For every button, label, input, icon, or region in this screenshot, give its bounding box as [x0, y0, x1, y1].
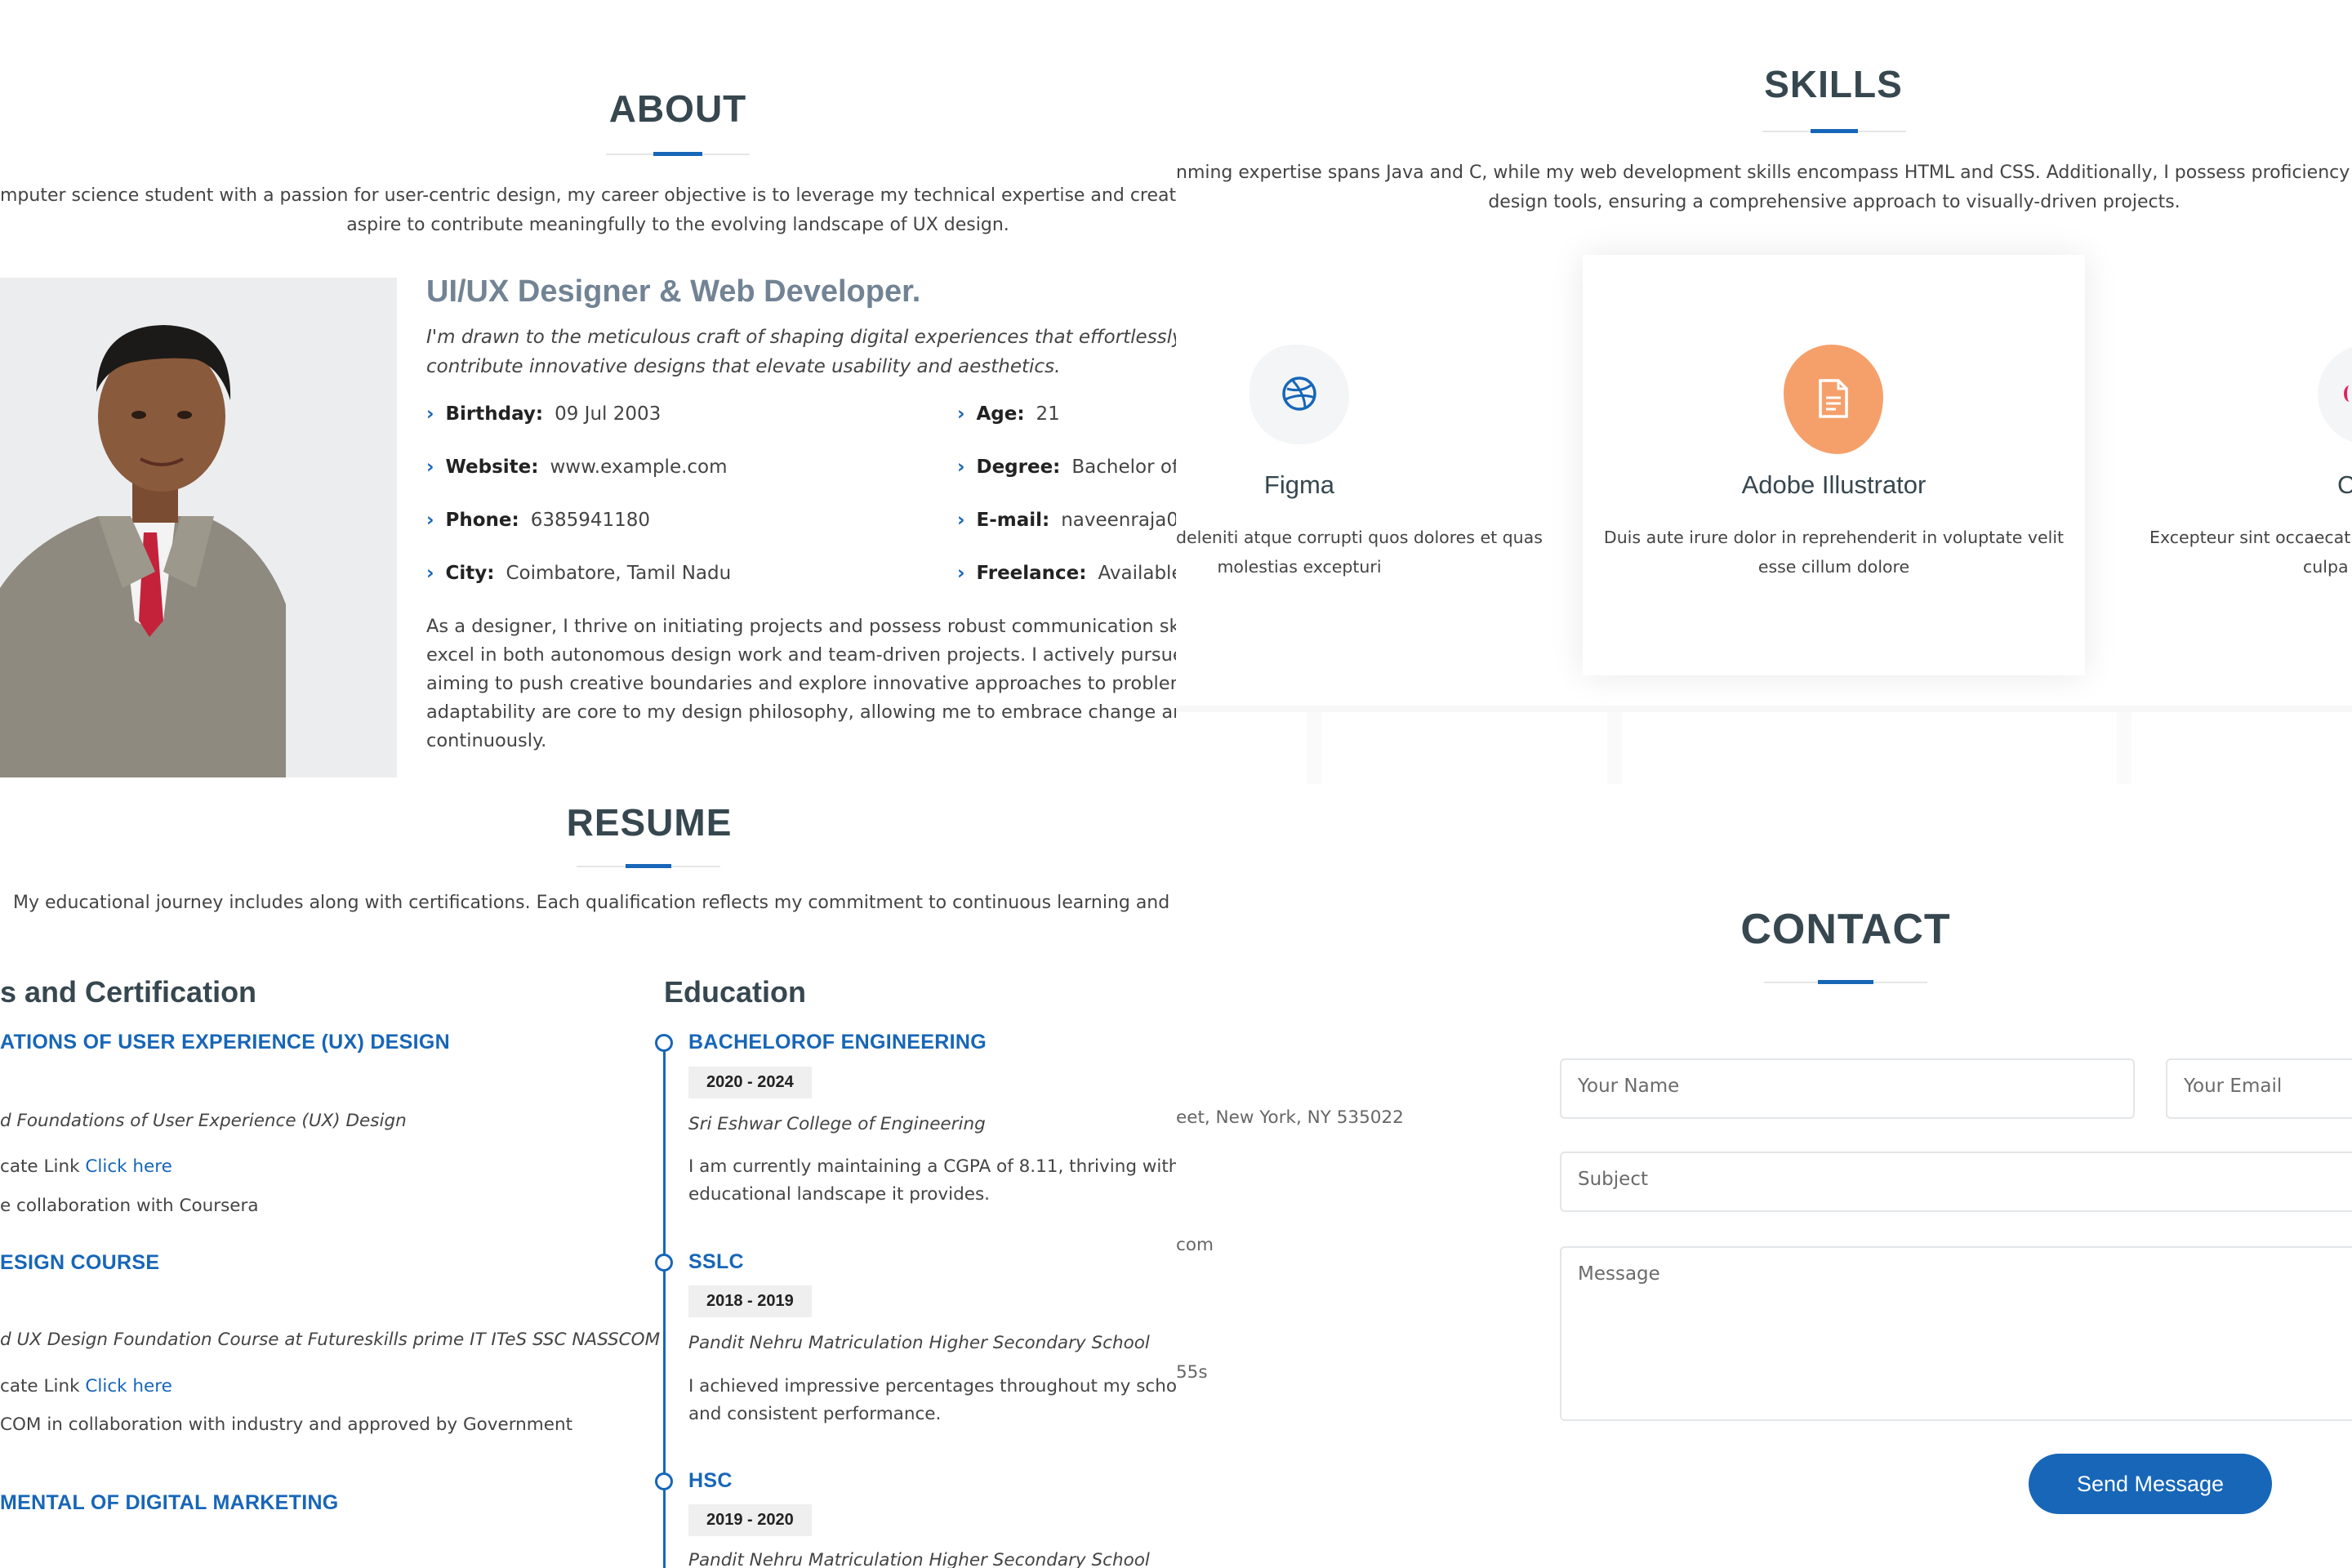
cert-description: d UX Design Foundation Course at Futures…	[0, 1330, 661, 1350]
skill-card-title: Ca	[2337, 470, 2352, 499]
about-section: ABOUT mputer science student with a pass…	[0, 0, 1176, 784]
info-degree: › Degree: Bachelor of	[957, 457, 1176, 478]
edu-title: BACHELOROF ENGINEERING	[688, 1031, 987, 1054]
about-body-line5: continuously.	[426, 730, 547, 751]
email-input[interactable]: Your Email	[2166, 1058, 2352, 1119]
info-age: › Age: 21	[957, 403, 1060, 425]
chevron-right-icon: ›	[957, 457, 965, 478]
skills-title-underline	[1762, 129, 1906, 133]
about-intro-line2: aspire to contribute meaningfully to the…	[346, 215, 1009, 235]
cert-link[interactable]: Click here	[85, 1156, 172, 1177]
edu-school: Sri Eshwar College of Engineering	[688, 1114, 986, 1134]
edu-years-badge: 2019 - 2020	[688, 1504, 812, 1536]
about-heading: UI/UX Designer & Web Developer.	[426, 274, 921, 309]
document-icon	[1815, 378, 1851, 419]
skill-card-desc2: molestias excepturi	[1217, 557, 1382, 577]
contact-phone-fragment: 55s	[1176, 1362, 1208, 1383]
resume-section: RESUME My educational journey includes a…	[0, 784, 1176, 1568]
edu-desc-line1: I achieved impressive percentages throug…	[688, 1376, 1176, 1396]
skill-card-illustrator[interactable]: Adobe Illustrator Duis aute irure dolor …	[1583, 255, 2085, 675]
timeline-dot	[655, 1254, 673, 1272]
partial-icon	[2344, 385, 2352, 402]
skill-card-desc1: deleniti atque corrupti quos dolores et …	[1176, 528, 1543, 547]
edu-years-badge: 2018 - 2019	[688, 1285, 812, 1317]
about-italic-line1: I'm drawn to the meticulous craft of sha…	[426, 327, 1176, 348]
chevron-right-icon: ›	[957, 403, 965, 425]
send-message-button[interactable]: Send Message	[2029, 1454, 2272, 1514]
cert-link[interactable]: Click here	[85, 1376, 172, 1396]
cert-description: d Foundations of User Experience (UX) De…	[0, 1111, 407, 1131]
info-website: › Website: www.example.com	[426, 457, 728, 478]
education-heading: Education	[664, 975, 807, 1009]
skill-card-desc1: Excepteur sint occaecat cu	[2149, 528, 2352, 547]
cert-title: ESIGN COURSE	[0, 1251, 160, 1274]
contact-title-underline	[1764, 980, 1927, 984]
cert-note: e collaboration with Coursera	[0, 1196, 259, 1216]
chevron-right-icon: ›	[957, 563, 965, 584]
contact-address-fragment: eet, New York, NY 535022	[1176, 1107, 1404, 1128]
edu-title: SSLC	[688, 1250, 744, 1273]
edu-desc-line1: I am currently maintaining a CGPA of 8.1…	[688, 1156, 1176, 1177]
skills-section: SKILLS nming expertise spans Java and C,…	[1176, 0, 2352, 784]
skill-card-desc2: culpa	[2303, 557, 2349, 577]
about-body-line3: aiming to push creative boundaries and e…	[426, 673, 1176, 694]
info-city: › City: Coimbatore, Tamil Nadu	[426, 563, 732, 584]
cert-link-row: cate Link Click here	[0, 1156, 172, 1177]
info-freelance: › Freelance: Available	[957, 563, 1176, 584]
cert-link-row: cate Link Click here	[0, 1376, 172, 1396]
cert-title: MENTAL OF DIGITAL MARKETING	[0, 1491, 339, 1514]
chevron-right-icon: ›	[957, 510, 965, 531]
edu-school: Pandit Nehru Matriculation Higher Second…	[688, 1550, 1150, 1568]
skills-title: SKILLS	[1764, 63, 1903, 105]
edu-desc-line2: and consistent performance.	[688, 1404, 942, 1424]
skill-card-partial[interactable]: Ca Excepteur sint occaecat cu culpa	[2117, 255, 2352, 675]
cert-note: COM in collaboration with industry and a…	[0, 1414, 573, 1435]
subject-input[interactable]: Subject	[1560, 1152, 2352, 1212]
resume-intro: My educational journey includes along wi…	[13, 893, 1176, 913]
resume-title-underline	[577, 864, 720, 868]
edu-school: Pandit Nehru Matriculation Higher Second…	[688, 1333, 1150, 1353]
skill-card-desc2: esse cillum dolore	[1757, 557, 1910, 577]
profile-photo	[0, 278, 397, 777]
chevron-right-icon: ›	[426, 403, 434, 425]
about-intro-line1: mputer science student with a passion fo…	[0, 185, 1176, 206]
about-body-line2: excel in both autonomous design work and…	[426, 644, 1176, 666]
edu-desc-line2: educational landscape it provides.	[688, 1184, 991, 1205]
skill-card-desc1: Duis aute irure dolor in reprehenderit i…	[1603, 528, 2065, 547]
chevron-right-icon: ›	[426, 457, 434, 478]
info-email: ›E-mail:naveenraja09	[957, 510, 1176, 531]
name-input[interactable]: Your Name	[1560, 1058, 2135, 1119]
skill-card-title: Adobe Illustrator	[1741, 470, 1927, 499]
skills-intro-line1: nming expertise spans Java and C, while …	[1176, 163, 2352, 183]
about-body-line1: As a designer, I thrive on initiating pr…	[426, 616, 1176, 637]
skill-card-title: Figma	[1263, 470, 1335, 499]
info-birthday: › Birthday: 09 Jul 2003	[426, 403, 662, 425]
skills-intro-line2: design tools, ensuring a comprehensive a…	[1488, 192, 2180, 212]
cert-title: ATIONS OF USER EXPERIENCE (UX) DESIGN	[0, 1031, 450, 1054]
contact-title: CONTACT	[1740, 906, 1951, 953]
certification-heading: s and Certification	[0, 975, 257, 1009]
skill-card-figma[interactable]: Figma deleniti atque corrupti quos dolor…	[1176, 255, 1552, 675]
timeline-dot	[655, 1472, 673, 1490]
dribbble-icon	[1281, 375, 1318, 412]
about-title: ABOUT	[608, 87, 747, 130]
resume-title: RESUME	[566, 801, 733, 844]
timeline-dot	[655, 1034, 673, 1052]
about-body-line4: adaptability are core to my design philo…	[426, 702, 1176, 723]
contact-email-fragment: com	[1176, 1235, 1214, 1255]
about-title-underline	[606, 152, 750, 156]
contact-section: CONTACT eet, New York, NY 535022 com 55s…	[1176, 784, 2352, 1568]
chevron-right-icon: ›	[426, 563, 434, 584]
edu-title: HSC	[688, 1469, 733, 1492]
chevron-right-icon: ›	[426, 510, 434, 531]
info-phone: › Phone: 6385941180	[426, 510, 651, 531]
message-textarea[interactable]: Message	[1560, 1246, 2352, 1421]
about-italic-line2: contribute innovative designs that eleva…	[426, 356, 1061, 377]
edu-years-badge: 2020 - 2024	[688, 1067, 812, 1098]
